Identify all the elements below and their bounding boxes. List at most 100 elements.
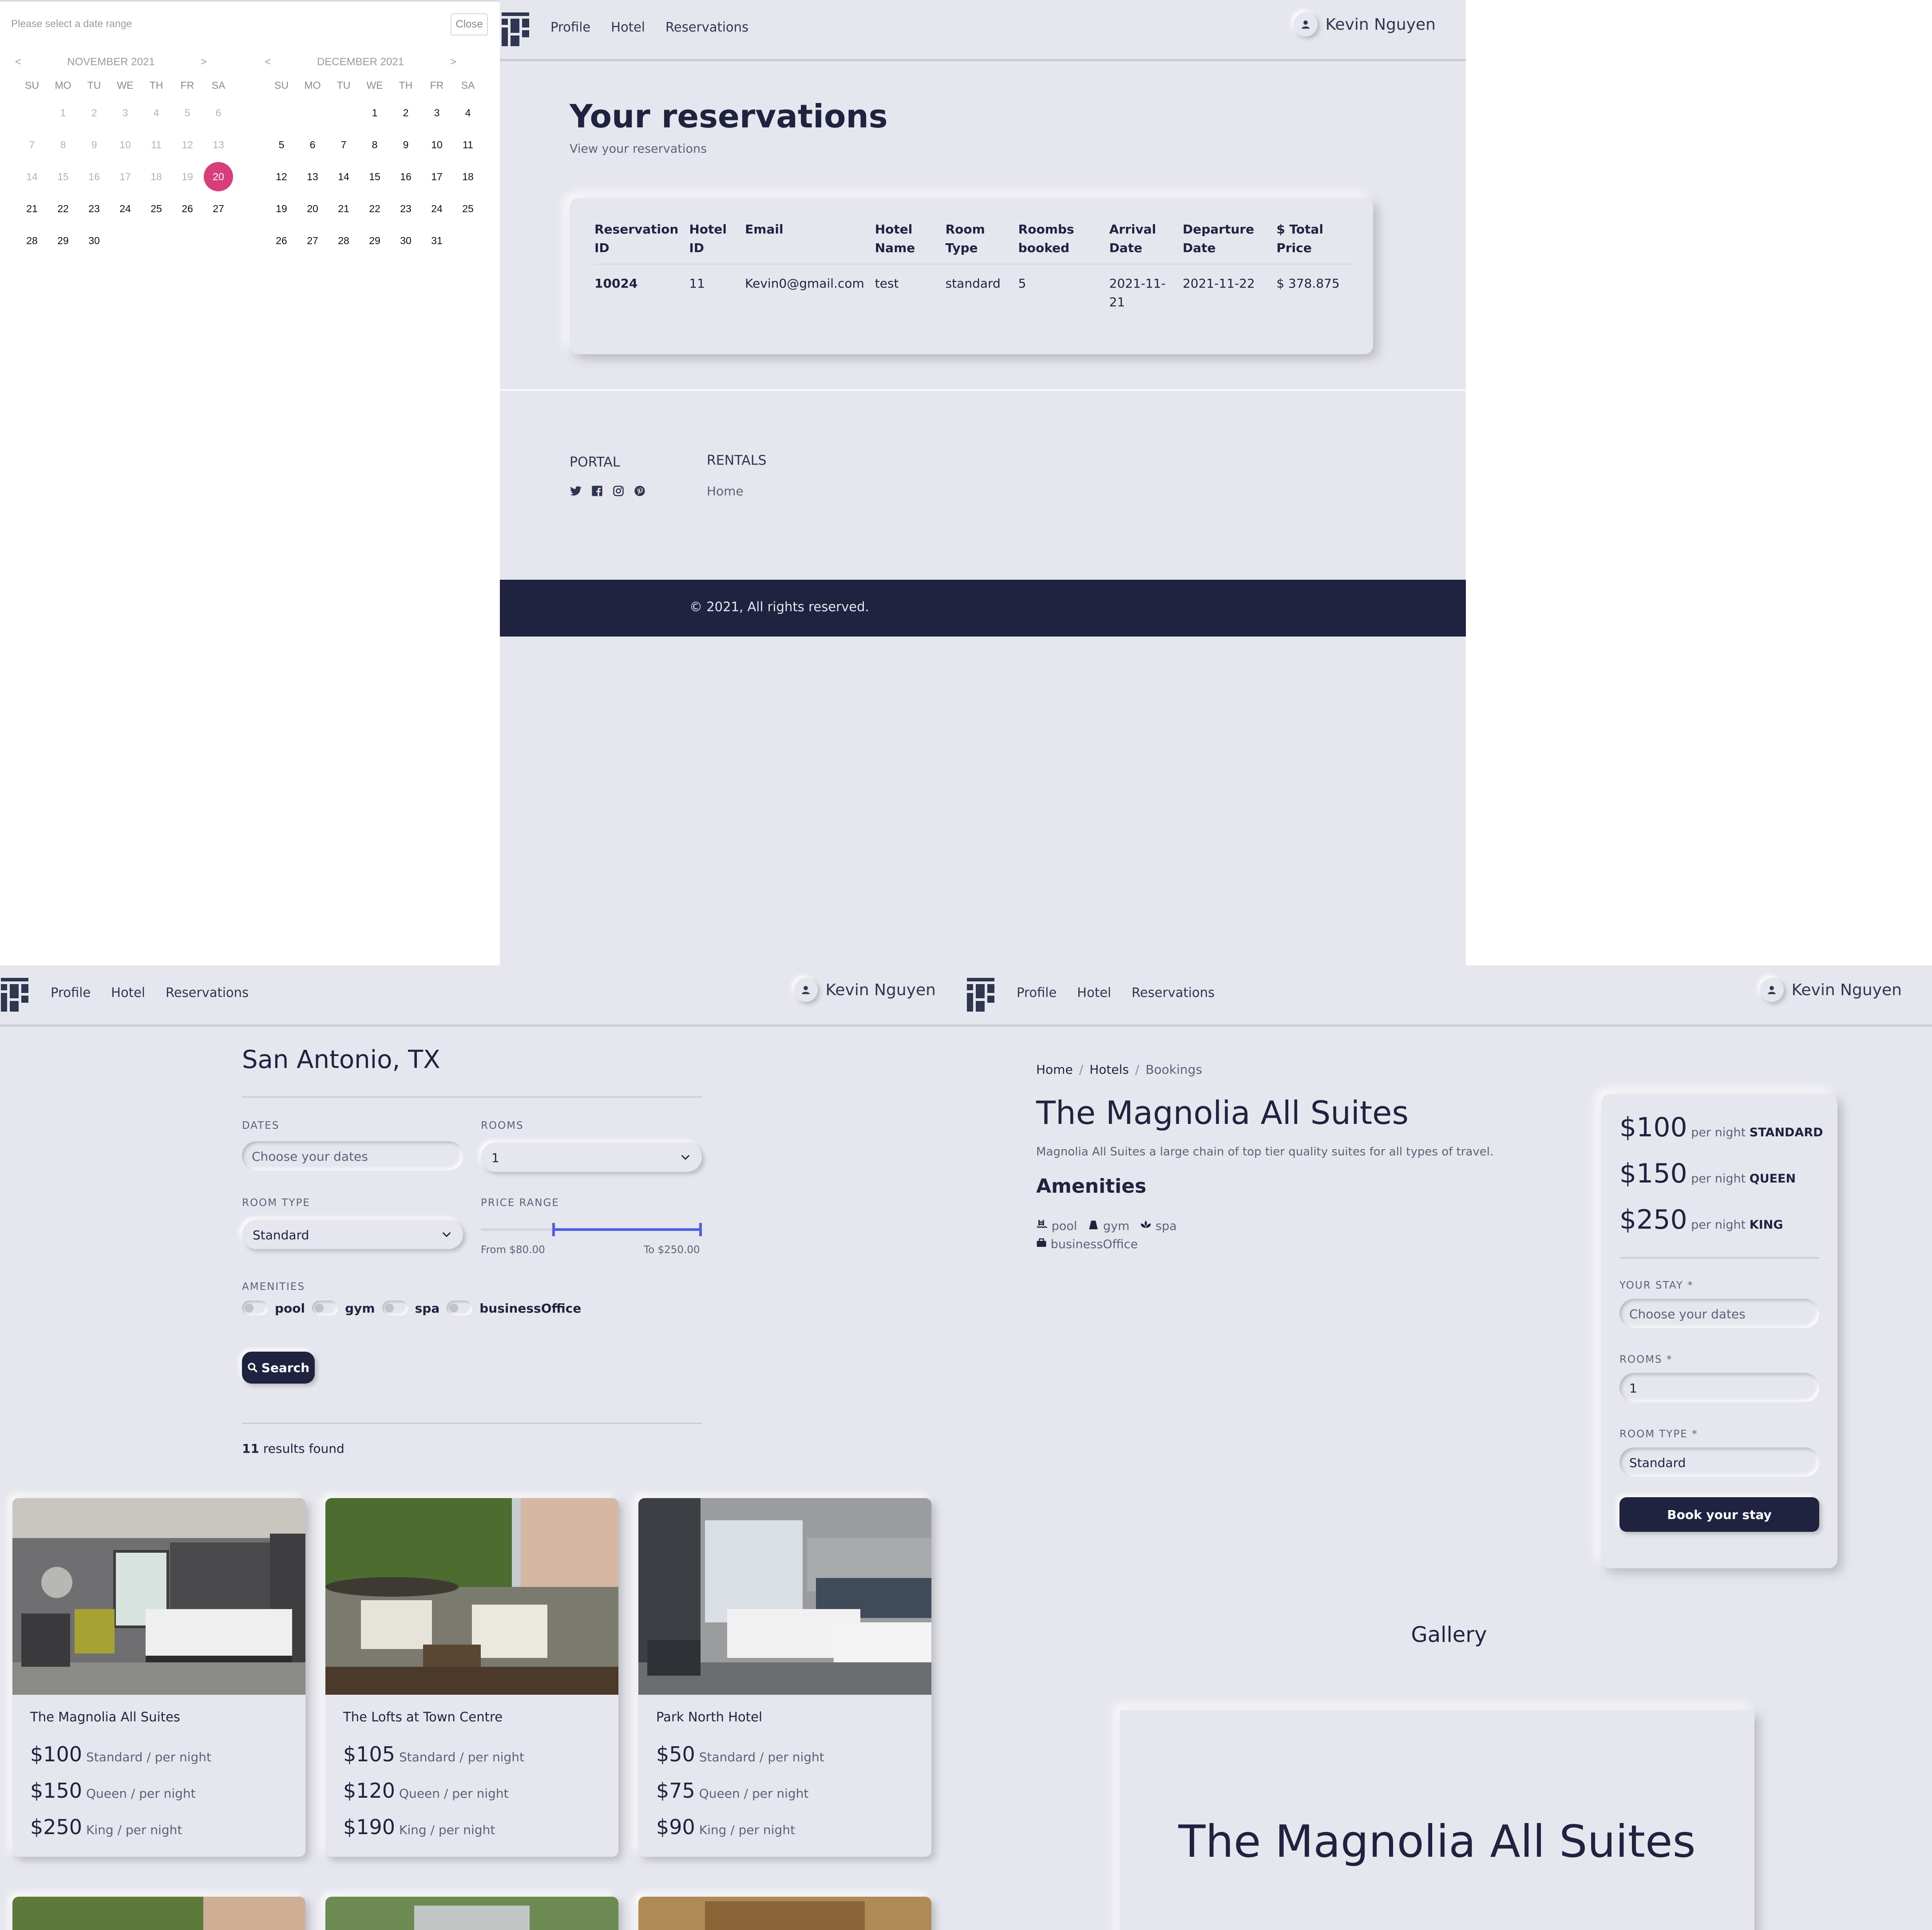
prev-month-button[interactable]: < bbox=[15, 56, 21, 68]
dates-input[interactable]: Choose your dates bbox=[242, 1141, 463, 1171]
nav-reservations-link[interactable]: Reservations bbox=[665, 20, 748, 35]
hotel-card[interactable]: The Magnolia All Suites $100 Standard / … bbox=[12, 1498, 305, 1857]
twitter-icon[interactable] bbox=[570, 485, 582, 497]
gallery-slide[interactable]: The Magnolia All Suites bbox=[1120, 1710, 1754, 1930]
prev-month-button[interactable]: < bbox=[265, 56, 271, 68]
hotel-name[interactable]: The Magnolia All Suites bbox=[30, 1709, 180, 1724]
calendar-day[interactable]: 30 bbox=[79, 225, 110, 257]
calendar-day[interactable]: 5 bbox=[266, 129, 297, 161]
calendar-day[interactable]: 3 bbox=[421, 97, 452, 129]
price-range-slider[interactable] bbox=[481, 1223, 702, 1236]
calendar-day[interactable]: 16 bbox=[390, 161, 421, 193]
nav-reservations-link[interactable]: Reservations bbox=[1132, 985, 1215, 1000]
business-office-toggle[interactable] bbox=[447, 1301, 473, 1316]
rooms-input[interactable]: 1 bbox=[1619, 1373, 1819, 1402]
room-type-select[interactable]: Standard bbox=[242, 1220, 463, 1249]
hotel-card[interactable] bbox=[12, 1897, 305, 1930]
instagram-icon[interactable] bbox=[612, 485, 625, 497]
calendar-day[interactable]: 23 bbox=[79, 193, 110, 225]
hotel-photo[interactable] bbox=[325, 1897, 618, 1930]
user-menu[interactable]: Kevin Nguyen bbox=[1759, 978, 1902, 1002]
calendar-day[interactable]: 12 bbox=[266, 161, 297, 193]
calendar-day[interactable]: 8 bbox=[359, 129, 390, 161]
breadcrumb-hotels[interactable]: Hotels bbox=[1089, 1062, 1129, 1077]
hotel-card[interactable] bbox=[325, 1897, 618, 1930]
calendar-day[interactable]: 19 bbox=[266, 193, 297, 225]
calendar-day[interactable]: 21 bbox=[16, 193, 48, 225]
logo-icon[interactable] bbox=[502, 12, 529, 46]
nav-hotel-link[interactable]: Hotel bbox=[1077, 985, 1111, 1000]
calendar-day[interactable]: 26 bbox=[266, 225, 297, 257]
user-menu[interactable]: Kevin Nguyen bbox=[1293, 12, 1436, 36]
hotel-photo[interactable] bbox=[638, 1897, 931, 1930]
gym-toggle[interactable] bbox=[312, 1301, 338, 1316]
calendar-day[interactable]: 13 bbox=[297, 161, 328, 193]
calendar-day[interactable]: 1 bbox=[359, 97, 390, 129]
hotel-name[interactable]: Park North Hotel bbox=[656, 1709, 762, 1724]
hotel-card[interactable] bbox=[638, 1897, 931, 1930]
book-your-stay-button[interactable]: Book your stay bbox=[1619, 1497, 1819, 1532]
room-type-input[interactable]: Standard bbox=[1619, 1448, 1819, 1477]
next-month-button[interactable]: > bbox=[201, 56, 207, 68]
slider-min-handle[interactable] bbox=[552, 1223, 555, 1236]
calendar-day[interactable]: 24 bbox=[110, 193, 141, 225]
slider-max-handle[interactable] bbox=[699, 1223, 702, 1236]
nav-reservations-link[interactable]: Reservations bbox=[166, 985, 249, 1000]
nav-profile-link[interactable]: Profile bbox=[51, 985, 91, 1000]
calendar-day[interactable]: 27 bbox=[297, 225, 328, 257]
calendar-day[interactable]: 24 bbox=[421, 193, 452, 225]
calendar-day[interactable]: 25 bbox=[452, 193, 483, 225]
logo-icon[interactable] bbox=[1, 978, 28, 1012]
calendar-day[interactable]: 18 bbox=[452, 161, 483, 193]
rooms-select[interactable]: 1 bbox=[481, 1143, 702, 1172]
user-menu[interactable]: Kevin Nguyen bbox=[793, 978, 936, 1002]
date-range-picker[interactable]: Please select a date range Close NOVEMBE… bbox=[0, 0, 500, 252]
calendar-day[interactable]: 22 bbox=[359, 193, 390, 225]
calendar-day[interactable]: 4 bbox=[452, 97, 483, 129]
footer-home-link[interactable]: Home bbox=[707, 484, 744, 498]
calendar-day[interactable]: 15 bbox=[359, 161, 390, 193]
calendar-day[interactable]: 2 bbox=[390, 97, 421, 129]
calendar-day[interactable]: 29 bbox=[48, 225, 79, 257]
nav-profile-link[interactable]: Profile bbox=[1017, 985, 1057, 1000]
calendar-day[interactable]: 7 bbox=[328, 129, 359, 161]
calendar-day[interactable]: 26 bbox=[172, 193, 203, 225]
spa-toggle[interactable] bbox=[382, 1301, 408, 1316]
nav-profile-link[interactable]: Profile bbox=[550, 20, 590, 35]
next-month-button[interactable]: > bbox=[450, 56, 456, 68]
calendar-day[interactable]: 29 bbox=[359, 225, 390, 257]
hotel-card[interactable]: Park North Hotel $50 Standard / per nigh… bbox=[638, 1498, 931, 1857]
calendar-day[interactable]: 27 bbox=[203, 193, 234, 225]
calendar-day[interactable]: 25 bbox=[141, 193, 172, 225]
calendar-day[interactable]: 20 bbox=[203, 161, 234, 193]
pool-toggle[interactable] bbox=[242, 1301, 268, 1316]
pinterest-icon[interactable] bbox=[633, 485, 646, 497]
search-button[interactable]: Search bbox=[242, 1352, 315, 1384]
calendar-day[interactable]: 17 bbox=[421, 161, 452, 193]
nav-hotel-link[interactable]: Hotel bbox=[611, 20, 645, 35]
calendar-day[interactable]: 14 bbox=[328, 161, 359, 193]
hotel-photo[interactable] bbox=[638, 1498, 931, 1695]
calendar-day[interactable]: 10 bbox=[421, 129, 452, 161]
close-button[interactable]: Close bbox=[451, 13, 488, 36]
breadcrumb-home[interactable]: Home bbox=[1036, 1062, 1073, 1077]
calendar-day[interactable]: 22 bbox=[48, 193, 79, 225]
facebook-icon[interactable] bbox=[591, 485, 603, 497]
calendar-day[interactable]: 28 bbox=[328, 225, 359, 257]
calendar-day[interactable]: 9 bbox=[390, 129, 421, 161]
hotel-card[interactable]: The Lofts at Town Centre $105 Standard /… bbox=[325, 1498, 618, 1857]
logo-icon[interactable] bbox=[967, 978, 994, 1012]
calendar-day[interactable]: 21 bbox=[328, 193, 359, 225]
calendar-day[interactable]: 11 bbox=[452, 129, 483, 161]
calendar-day[interactable]: 20 bbox=[297, 193, 328, 225]
hotel-photo[interactable] bbox=[325, 1498, 618, 1695]
calendar-day[interactable]: 30 bbox=[390, 225, 421, 257]
calendar-day[interactable]: 23 bbox=[390, 193, 421, 225]
calendar-day[interactable]: 6 bbox=[297, 129, 328, 161]
hotel-photo[interactable] bbox=[12, 1897, 305, 1930]
hotel-name[interactable]: The Lofts at Town Centre bbox=[343, 1709, 503, 1724]
calendar-day[interactable]: 31 bbox=[421, 225, 452, 257]
hotel-photo[interactable] bbox=[12, 1498, 305, 1695]
calendar-day[interactable]: 28 bbox=[16, 225, 48, 257]
nav-hotel-link[interactable]: Hotel bbox=[111, 985, 145, 1000]
